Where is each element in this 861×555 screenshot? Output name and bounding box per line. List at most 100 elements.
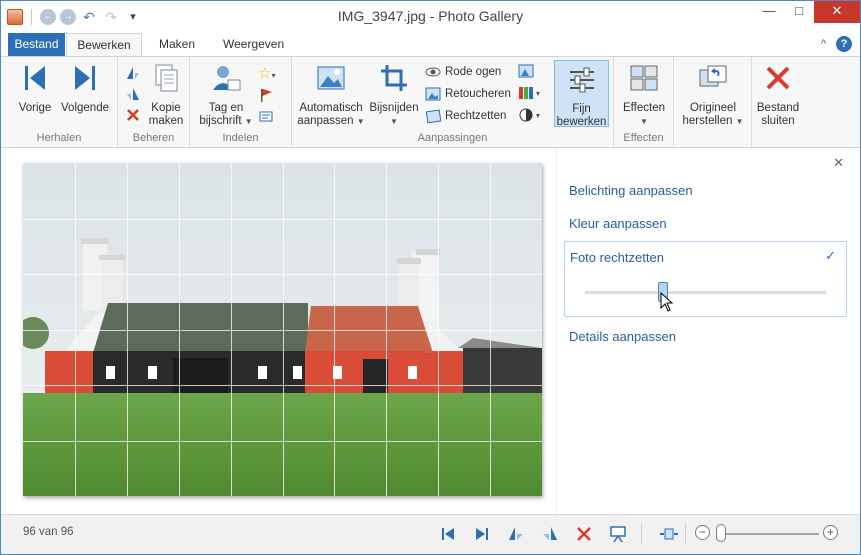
group-close-file: Bestand sluiten bbox=[752, 57, 804, 147]
photo-gallery-window: ← → ↶ ↷ ▾ IMG_3947.jpg - Photo Gallery —… bbox=[0, 0, 861, 555]
crop-button[interactable]: Bijsnijden ▼ bbox=[367, 60, 421, 128]
tag-label-line2: bijschrift bbox=[199, 115, 242, 127]
effects-label: Effecten bbox=[623, 102, 665, 114]
previous-button[interactable]: Vorige bbox=[15, 60, 55, 115]
group-adjust: Automatisch aanpassen ▼ Bijsnijden ▼ Rod… bbox=[292, 57, 614, 147]
help-icon[interactable]: ? bbox=[836, 36, 852, 52]
rotate-right-icon[interactable] bbox=[125, 86, 141, 102]
close-window-button[interactable]: ✕ bbox=[814, 1, 860, 23]
sliders-icon bbox=[569, 67, 594, 93]
app-icon[interactable] bbox=[7, 9, 23, 25]
next-label: Volgende bbox=[61, 102, 109, 114]
straighten-button[interactable]: Rechtzetten bbox=[425, 106, 506, 126]
next-button[interactable]: Volgende bbox=[58, 60, 112, 115]
delete-status-icon[interactable] bbox=[574, 524, 594, 544]
fine-tune-label-line2: bewerken bbox=[556, 116, 607, 128]
retouch-icon bbox=[425, 87, 441, 101]
revert-icon bbox=[699, 65, 727, 87]
eye-icon bbox=[425, 67, 441, 77]
flag-icon[interactable] bbox=[258, 87, 274, 103]
tag-dropdown-icon: ▼ bbox=[244, 117, 253, 126]
rotate-left-status-icon[interactable] bbox=[506, 524, 526, 544]
photo[interactable] bbox=[23, 163, 542, 496]
fine-tune-label-line1: Fijn bbox=[572, 103, 591, 115]
undo-icon[interactable]: ↶ bbox=[80, 8, 98, 26]
adjust-details-item[interactable]: Details aanpassen bbox=[569, 329, 676, 344]
properties-icon[interactable] bbox=[258, 108, 276, 124]
tab-file[interactable]: Bestand bbox=[8, 33, 65, 56]
previous-icon bbox=[25, 66, 45, 90]
retouch-button[interactable]: Retoucheren bbox=[425, 84, 511, 104]
group-label-adjust: Aanpassingen bbox=[417, 132, 488, 144]
crop-dropdown-icon: ▼ bbox=[390, 117, 398, 126]
contrast-control[interactable]: ▾ bbox=[518, 107, 540, 123]
ribbon-right-controls: ^ ? bbox=[821, 36, 852, 52]
first-photo-icon[interactable] bbox=[438, 524, 458, 544]
close-file-button[interactable]: Bestand sluiten bbox=[752, 60, 804, 128]
actual-size-icon[interactable] bbox=[659, 524, 679, 544]
fine-tune-button[interactable]: Fijn bewerken bbox=[554, 60, 609, 128]
minimize-ribbon-icon[interactable]: ^ bbox=[821, 38, 826, 50]
straighten-slider-track[interactable] bbox=[585, 291, 826, 294]
rotate-right-status-icon[interactable] bbox=[540, 524, 560, 544]
copy-button[interactable]: Kopie maken bbox=[145, 60, 187, 128]
color-dropdown-icon: ▾ bbox=[536, 88, 541, 98]
photo-count: 96 van 96 bbox=[23, 526, 74, 538]
straighten-icon bbox=[425, 109, 441, 124]
slideshow-icon[interactable] bbox=[608, 524, 628, 544]
panel-close-icon[interactable]: ✕ bbox=[833, 155, 844, 171]
effects-dropdown-icon: ▼ bbox=[640, 117, 648, 126]
maximize-button[interactable]: □ bbox=[784, 1, 814, 23]
adjust-exposure-item[interactable]: Belichting aanpassen bbox=[569, 183, 693, 198]
status-bar: 96 van 96 − + bbox=[1, 514, 860, 554]
red-eye-button[interactable]: Rode ogen bbox=[425, 62, 501, 82]
group-revert: Origineel herstellen ▼ bbox=[674, 57, 752, 147]
copy-icon bbox=[155, 64, 178, 92]
contrast-dropdown-icon: ▾ bbox=[536, 110, 541, 120]
rotate-left-icon[interactable] bbox=[125, 65, 141, 81]
tag-label-line1: Tag en bbox=[208, 102, 244, 114]
panel-separator bbox=[556, 149, 557, 514]
customize-qat-icon[interactable]: ▾ bbox=[124, 8, 142, 26]
zoom-in-button[interactable]: + bbox=[823, 525, 838, 540]
redo-icon[interactable]: ↷ bbox=[102, 8, 120, 26]
delete-icon[interactable] bbox=[125, 107, 141, 123]
photo-image bbox=[23, 163, 542, 496]
group-manage: Kopie maken Beheren bbox=[118, 57, 190, 147]
back-icon[interactable]: ← bbox=[40, 9, 56, 25]
straighten-photo-label[interactable]: Foto rechtzetten bbox=[570, 250, 664, 265]
crop-label: Bijsnijden bbox=[369, 102, 419, 114]
minimize-button[interactable]: — bbox=[754, 1, 784, 23]
close-file-label-line1: Bestand bbox=[756, 102, 800, 114]
zoom-out-button[interactable]: − bbox=[695, 525, 710, 540]
zoom-slider-thumb[interactable] bbox=[716, 524, 727, 542]
auto-adjust-button[interactable]: Automatisch aanpassen ▼ bbox=[297, 60, 365, 128]
tab-view[interactable]: Weergeven bbox=[213, 33, 294, 56]
group-label-repeat: Herhalen bbox=[36, 132, 82, 144]
tab-edit[interactable]: Bewerken bbox=[66, 33, 142, 57]
tag-caption-button[interactable]: Tag en bijschrift ▼ bbox=[198, 60, 254, 128]
close-file-icon bbox=[766, 66, 790, 90]
qat-separator bbox=[31, 9, 32, 25]
status-separator-2 bbox=[685, 523, 686, 545]
revert-original-button[interactable]: Origineel herstellen ▼ bbox=[679, 60, 747, 128]
color-adjust-control[interactable]: ▾ bbox=[518, 85, 540, 101]
ribbon-tabs: Bestand Bewerken Maken Weergeven ^ ? bbox=[1, 33, 860, 57]
photo-effect-icon[interactable] bbox=[518, 63, 534, 79]
title-bar: ← → ↶ ↷ ▾ IMG_3947.jpg - Photo Gallery —… bbox=[1, 1, 860, 33]
group-repeat: Vorige Volgende Herhalen bbox=[1, 57, 118, 147]
effects-button[interactable]: Effecten ▼ bbox=[619, 60, 669, 128]
copy-label-line2: maken bbox=[148, 115, 184, 127]
next-photo-icon[interactable] bbox=[472, 524, 492, 544]
revert-label-line2: herstellen bbox=[682, 115, 733, 127]
auto-adjust-icon bbox=[317, 66, 345, 90]
adjust-color-item[interactable]: Kleur aanpassen bbox=[569, 216, 667, 231]
tab-create[interactable]: Maken bbox=[149, 33, 205, 56]
forward-icon[interactable]: → bbox=[60, 9, 76, 25]
zoom-slider-track[interactable] bbox=[717, 533, 819, 535]
effects-icon bbox=[630, 65, 658, 91]
straighten-label: Rechtzetten bbox=[445, 110, 507, 122]
group-label-manage: Beheren bbox=[132, 132, 175, 144]
rating-star-icon[interactable]: ☆▾ bbox=[258, 64, 275, 82]
revert-label-line1: Origineel bbox=[689, 102, 737, 114]
